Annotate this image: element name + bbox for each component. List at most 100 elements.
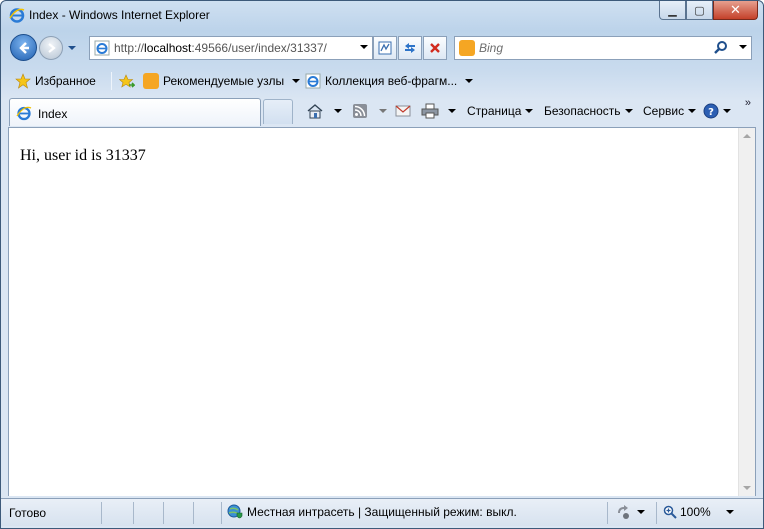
status-divider [221,502,222,524]
search-icon[interactable] [713,40,729,56]
minimize-button[interactable]: ▁ [659,1,686,20]
ie-logo-icon [16,106,32,121]
scroll-up-arrow-icon[interactable] [743,134,751,138]
compatibility-view-button[interactable] [373,36,397,60]
page-menu[interactable]: Страница [467,101,534,121]
forward-arrow-icon [48,43,56,53]
browser-window: Index - Windows Internet Explorer ▁ ▢ ✕ [0,0,764,529]
chevron-down-icon [637,510,645,514]
chevron-down-icon [688,109,697,113]
back-button[interactable] [10,34,37,61]
print-icon [421,103,439,119]
maximize-button[interactable]: ▢ [686,1,713,20]
page-body-text: Hi, user id is 31337 [20,147,146,164]
forward-button[interactable] [39,36,63,60]
zoom-level: 100% [680,505,711,519]
chevron-down-icon [292,79,301,83]
svg-text:?: ? [708,107,714,118]
recent-pages-dropdown[interactable] [67,43,77,53]
close-button[interactable]: ✕ [713,1,758,20]
page-content: Hi, user id is 31337 [8,127,756,496]
suggested-sites-label: Рекомендуемые узлы [163,74,285,88]
window-title: Index - Windows Internet Explorer [29,8,210,22]
scroll-down-arrow-icon[interactable] [743,486,751,490]
zoom-control[interactable]: 100% [663,505,734,519]
chevron-down-icon [723,109,731,113]
web-slice-gallery-link[interactable]: Коллекция веб-фрагм... [305,71,474,91]
bing-icon [459,40,475,56]
ie-logo-icon [94,40,110,56]
chevron-down-icon [525,109,534,113]
url-prefix: http:// [114,41,145,55]
home-icon [307,104,323,119]
command-bar-overflow[interactable]: » [745,97,751,109]
tab-index[interactable]: Index [9,98,261,126]
new-tab-button[interactable] [263,99,293,124]
status-divider [193,502,194,524]
security-zone-label: Местная интрасеть | Защищенный режим: вы… [247,505,517,519]
chevron-down-icon[interactable] [379,109,387,113]
ie-logo-icon [305,73,321,89]
stop-icon [430,43,440,53]
page-menu-label: Страница [467,104,522,118]
title-bar: Index - Windows Internet Explorer ▁ ▢ ✕ [1,1,763,29]
safety-menu-label: Безопасность [544,104,621,118]
chevron-down-icon [725,510,734,514]
stop-button[interactable] [423,36,447,60]
tab-row: Index Страница Безопасность Сервис ? » [1,95,763,127]
mail-icon [395,105,411,117]
chevron-down-icon[interactable] [334,109,342,113]
status-bar: Готово Местная интрасеть | Защищенный ре… [1,498,763,526]
tab-label: Index [38,107,68,121]
favorites-label: Избранное [35,74,96,88]
ie-logo-icon [9,8,25,23]
bing-icon [143,73,159,89]
navigation-bar: http://localhost:49566/user/index/31337/ [1,31,763,65]
page-status-button[interactable] [615,502,645,522]
search-provider-dropdown-icon[interactable] [739,45,747,49]
url-path: :49566/user/index/31337/ [191,41,327,55]
favorites-separator [111,72,112,90]
chevron-down-icon [465,79,474,83]
page-status-icon [618,505,629,519]
caption-buttons: ▁ ▢ ✕ [659,1,758,21]
tools-menu-label: Сервис [643,104,685,118]
back-arrow-icon [18,41,29,54]
favorites-bar: Избранное Рекомендуемые узлы Коллекция в… [1,67,763,95]
tools-menu[interactable]: Сервис [643,101,697,121]
favorites-button[interactable]: Избранное [15,71,96,91]
address-url[interactable]: http://localhost:49566/user/index/31337/ [114,41,327,55]
status-divider [163,502,164,524]
add-to-favorites-icon [119,74,135,88]
help-icon: ? [703,103,719,119]
chevron-down-icon[interactable] [448,109,456,113]
web-slice-gallery-label: Коллекция веб-фрагм... [325,74,458,88]
favorites-star-icon [15,73,31,89]
add-to-favorites-bar-button[interactable] [119,71,135,91]
globe-shield-icon [227,504,243,519]
refresh-icon [405,43,415,53]
rss-feed-icon [353,104,367,118]
refresh-button[interactable] [398,36,422,60]
address-dropdown-icon[interactable] [360,45,368,49]
zoom-icon [663,505,677,519]
search-input[interactable] [479,40,709,56]
safety-menu[interactable]: Безопасность [544,101,633,121]
read-mail-button[interactable] [395,101,411,121]
status-divider [101,502,102,524]
suggested-sites-link[interactable]: Рекомендуемые узлы [143,71,301,91]
home-button[interactable] [306,101,342,121]
security-zone[interactable]: Местная интрасеть | Защищенный режим: вы… [227,504,517,520]
chevron-down-icon [624,109,633,113]
status-text: Готово [9,506,47,520]
print-button[interactable] [421,101,456,121]
feeds-button[interactable] [353,101,387,121]
search-bar[interactable] [454,36,752,60]
url-host: localhost [144,41,192,55]
status-divider [656,502,657,524]
address-bar[interactable]: http://localhost:49566/user/index/31337/ [89,36,373,60]
compatibility-view-icon [378,41,392,55]
vertical-scrollbar[interactable] [738,128,755,496]
help-menu[interactable]: ? [703,101,731,121]
status-divider [133,502,134,524]
